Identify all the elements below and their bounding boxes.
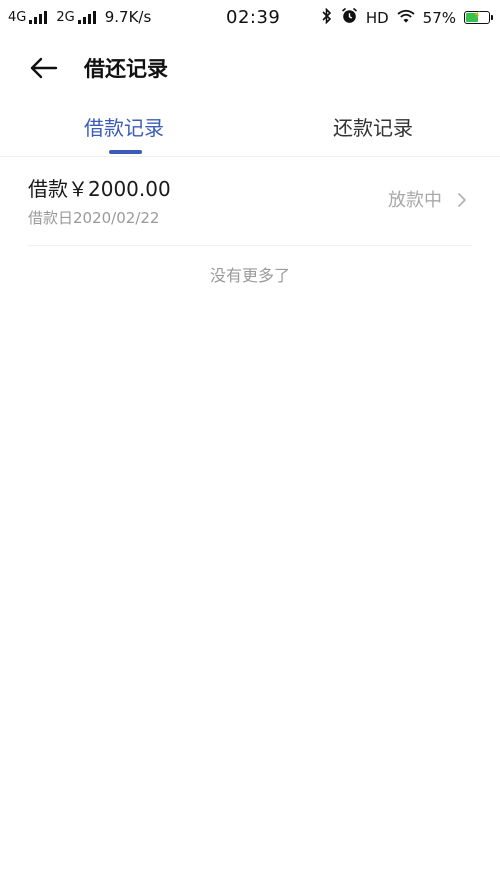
network-type-1: 4G bbox=[8, 9, 27, 25]
status-bar-right: HD 57% ⚡ bbox=[321, 7, 493, 28]
bluetooth-icon bbox=[321, 7, 333, 28]
alarm-clock-icon bbox=[341, 7, 358, 28]
arrow-left-icon bbox=[30, 57, 58, 79]
status-bar: 4G 2G 9.7K/s 02:39 HD 57% ⚡ bbox=[0, 0, 500, 36]
list-item[interactable]: 借款￥2000.00 借款日2020/02/22 放款中 bbox=[28, 157, 472, 246]
app-header: 借还记录 bbox=[0, 44, 500, 92]
hd-label: HD bbox=[365, 8, 389, 27]
tab-borrow-records[interactable]: 借款记录 bbox=[84, 112, 164, 141]
tab-repay-records[interactable]: 还款记录 bbox=[333, 112, 413, 141]
signal-icon bbox=[77, 10, 96, 24]
battery-percent: 57% bbox=[422, 8, 456, 27]
wifi-icon bbox=[397, 9, 415, 27]
no-more-text: 没有更多了 bbox=[209, 266, 290, 285]
loan-amount: 借款￥2000.00 bbox=[28, 177, 171, 201]
status-bar-left: 4G 2G 9.7K/s bbox=[8, 8, 151, 26]
network-type-2: 2G bbox=[56, 9, 75, 25]
charging-bolt-icon: ⚡ bbox=[473, 9, 481, 22]
active-tab-indicator bbox=[109, 150, 142, 154]
network-speed: 9.7K/s bbox=[104, 8, 152, 26]
chevron-right-icon bbox=[458, 193, 466, 207]
battery-icon: ⚡ bbox=[464, 9, 493, 24]
signal-icon bbox=[29, 10, 48, 24]
clock: 02:39 bbox=[226, 7, 281, 28]
loan-date: 借款日2020/02/22 bbox=[28, 209, 160, 227]
tab-bar: 借款记录 还款记录 bbox=[0, 100, 500, 157]
page-title: 借还记录 bbox=[84, 57, 168, 81]
loan-status: 放款中 bbox=[388, 190, 442, 211]
back-button[interactable] bbox=[26, 52, 62, 84]
